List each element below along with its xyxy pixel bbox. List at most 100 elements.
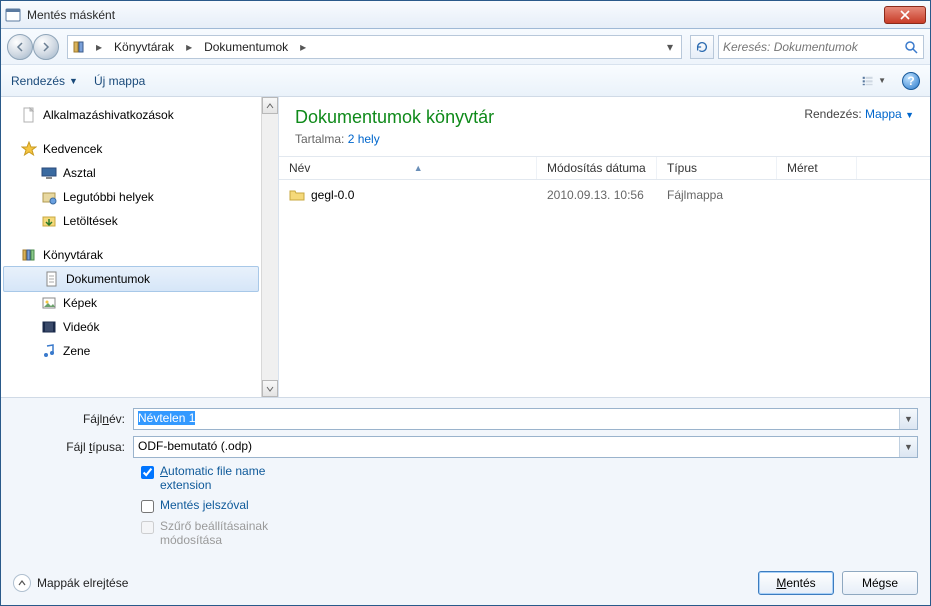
chevron-right-icon: ▸	[92, 40, 106, 54]
window-title: Mentés másként	[27, 8, 884, 22]
column-header-date[interactable]: Módosítás dátuma	[537, 157, 657, 179]
downloads-icon	[41, 213, 57, 229]
sidebar-item-label: Képek	[63, 296, 97, 310]
file-list: gegl-0.0 2010.09.13. 10:56 Fájlmappa	[279, 180, 930, 206]
sidebar-item-videos[interactable]: Videók	[1, 315, 261, 339]
column-header-size[interactable]: Méret	[777, 157, 857, 179]
sidebar: Alkalmazáshivatkozások Kedvencek Asztal …	[1, 97, 279, 397]
library-title: Dokumentumok könyvtár	[295, 107, 494, 128]
sidebar-item-libraries[interactable]: Könyvtárak	[1, 243, 261, 267]
sidebar-item-label: Könyvtárak	[43, 248, 103, 262]
file-date: 2010.09.13. 10:56	[537, 188, 657, 202]
column-headers: Név ▲ Módosítás dátuma Típus Méret	[279, 156, 930, 180]
filename-input[interactable]: Névtelen 1	[133, 408, 918, 430]
checkbox-auto-extension[interactable]: Automatic file name extension	[141, 464, 918, 492]
library-subtitle: Tartalma: 2 hely	[295, 132, 494, 146]
document-icon	[21, 107, 37, 123]
cancel-button[interactable]: Mégse	[842, 571, 918, 595]
nav-forward-button[interactable]	[33, 34, 59, 60]
scroll-down-button[interactable]	[262, 380, 278, 397]
pictures-icon	[41, 295, 57, 311]
breadcrumb-documents[interactable]: Dokumentumok	[200, 38, 292, 56]
chevron-down-icon: ▼	[904, 442, 913, 452]
desktop-icon	[41, 165, 57, 181]
checkbox-save-password[interactable]: Mentés jelszóval	[141, 498, 918, 513]
breadcrumb-dropdown[interactable]: ▾	[663, 40, 677, 54]
search-box[interactable]	[718, 35, 924, 59]
content-area: Dokumentumok könyvtár Tartalma: 2 hely R…	[279, 97, 930, 397]
column-header-type[interactable]: Típus	[657, 157, 777, 179]
chevron-down-icon: ▼	[904, 414, 913, 424]
arrow-right-icon	[40, 41, 52, 53]
search-input[interactable]	[723, 40, 903, 54]
button-row: Mappák elrejtése Mentés Mégse	[1, 563, 930, 605]
locations-link[interactable]: 2 hely	[348, 132, 380, 146]
filename-row: Fájlnév: Névtelen 1 ▼	[13, 408, 918, 430]
file-name: gegl-0.0	[311, 188, 354, 202]
list-item[interactable]: gegl-0.0 2010.09.13. 10:56 Fájlmappa	[279, 184, 930, 206]
help-button[interactable]: ?	[902, 72, 920, 90]
sidebar-item-label: Videók	[63, 320, 99, 334]
sidebar-item-downloads[interactable]: Letöltések	[1, 209, 261, 233]
chevron-down-icon: ▼	[69, 76, 78, 86]
close-icon	[900, 10, 910, 20]
organize-button[interactable]: Rendezés ▼	[11, 74, 78, 88]
save-as-dialog: Mentés másként ▸ Könyvtárak ▸ Dokumentum…	[0, 0, 931, 606]
music-icon	[41, 343, 57, 359]
filename-dropdown-button[interactable]: ▼	[899, 409, 917, 429]
sidebar-scrollbar[interactable]	[261, 97, 278, 397]
save-button[interactable]: Mentés	[758, 571, 834, 595]
chevron-down-icon: ▼	[878, 76, 886, 85]
hide-folders-button[interactable]: Mappák elrejtése	[13, 574, 128, 592]
chevron-down-icon: ▼	[905, 110, 914, 120]
save-password-label: Mentés jelszóval	[160, 498, 249, 512]
sidebar-item-desktop[interactable]: Asztal	[1, 161, 261, 185]
sidebar-item-recent[interactable]: Legutóbbi helyek	[1, 185, 261, 209]
chevron-right-icon: ▸	[296, 40, 310, 54]
chevron-up-icon	[13, 574, 31, 592]
sidebar-item-favorites[interactable]: Kedvencek	[1, 137, 261, 161]
sidebar-item-label: Letöltések	[63, 214, 118, 228]
save-password-checkbox[interactable]	[141, 500, 154, 513]
sidebar-item-app-links[interactable]: Alkalmazáshivatkozások	[1, 103, 261, 127]
sidebar-item-label: Alkalmazáshivatkozások	[43, 108, 174, 122]
chevron-right-icon: ▸	[182, 40, 196, 54]
filetype-select[interactable]: ODF-bemutató (.odp)	[133, 436, 918, 458]
breadcrumb-libraries[interactable]: Könyvtárak	[110, 38, 178, 56]
body: Alkalmazáshivatkozások Kedvencek Asztal …	[1, 97, 930, 397]
search-icon[interactable]	[903, 39, 919, 55]
filter-settings-checkbox	[141, 521, 154, 534]
folder-icon	[289, 187, 305, 203]
sidebar-item-pictures[interactable]: Képek	[1, 291, 261, 315]
refresh-button[interactable]	[690, 35, 714, 59]
sidebar-item-label: Legutóbbi helyek	[63, 190, 154, 204]
navbar: ▸ Könyvtárak ▸ Dokumentumok ▸ ▾	[1, 29, 930, 65]
filetype-row: Fájl típusa: ODF-bemutató (.odp) ▼	[13, 436, 918, 458]
arrow-left-icon	[14, 41, 26, 53]
filter-settings-label: Szűrő beállításainak módosítása	[160, 519, 320, 547]
filename-label: Fájlnév:	[13, 412, 133, 426]
close-button[interactable]	[884, 6, 926, 24]
toolbar: Rendezés ▼ Új mappa ▼ ?	[1, 65, 930, 97]
new-folder-button[interactable]: Új mappa	[94, 74, 145, 88]
view-options-button[interactable]: ▼	[862, 72, 886, 90]
sidebar-item-documents[interactable]: Dokumentumok	[3, 266, 259, 292]
sidebar-item-music[interactable]: Zene	[1, 339, 261, 363]
chevron-down-icon	[266, 385, 274, 393]
auto-extension-checkbox[interactable]	[141, 466, 154, 479]
column-header-name[interactable]: Név ▲	[279, 157, 537, 179]
content-header: Dokumentumok könyvtár Tartalma: 2 hely R…	[279, 97, 930, 150]
filetype-label: Fájl típusa:	[13, 440, 133, 454]
chevron-up-icon	[266, 102, 274, 110]
sidebar-item-label: Kedvencek	[43, 142, 102, 156]
nav-back-button[interactable]	[7, 34, 33, 60]
filetype-dropdown-button[interactable]: ▼	[899, 437, 917, 457]
sidebar-item-label: Zene	[63, 344, 90, 358]
scroll-up-button[interactable]	[262, 97, 278, 114]
app-icon	[5, 7, 21, 23]
sort-value[interactable]: Mappa ▼	[865, 107, 914, 121]
sort-label: Rendezés:	[804, 107, 861, 121]
recent-icon	[41, 189, 57, 205]
file-type: Fájlmappa	[657, 188, 777, 202]
breadcrumb[interactable]: ▸ Könyvtárak ▸ Dokumentumok ▸ ▾	[67, 35, 682, 59]
